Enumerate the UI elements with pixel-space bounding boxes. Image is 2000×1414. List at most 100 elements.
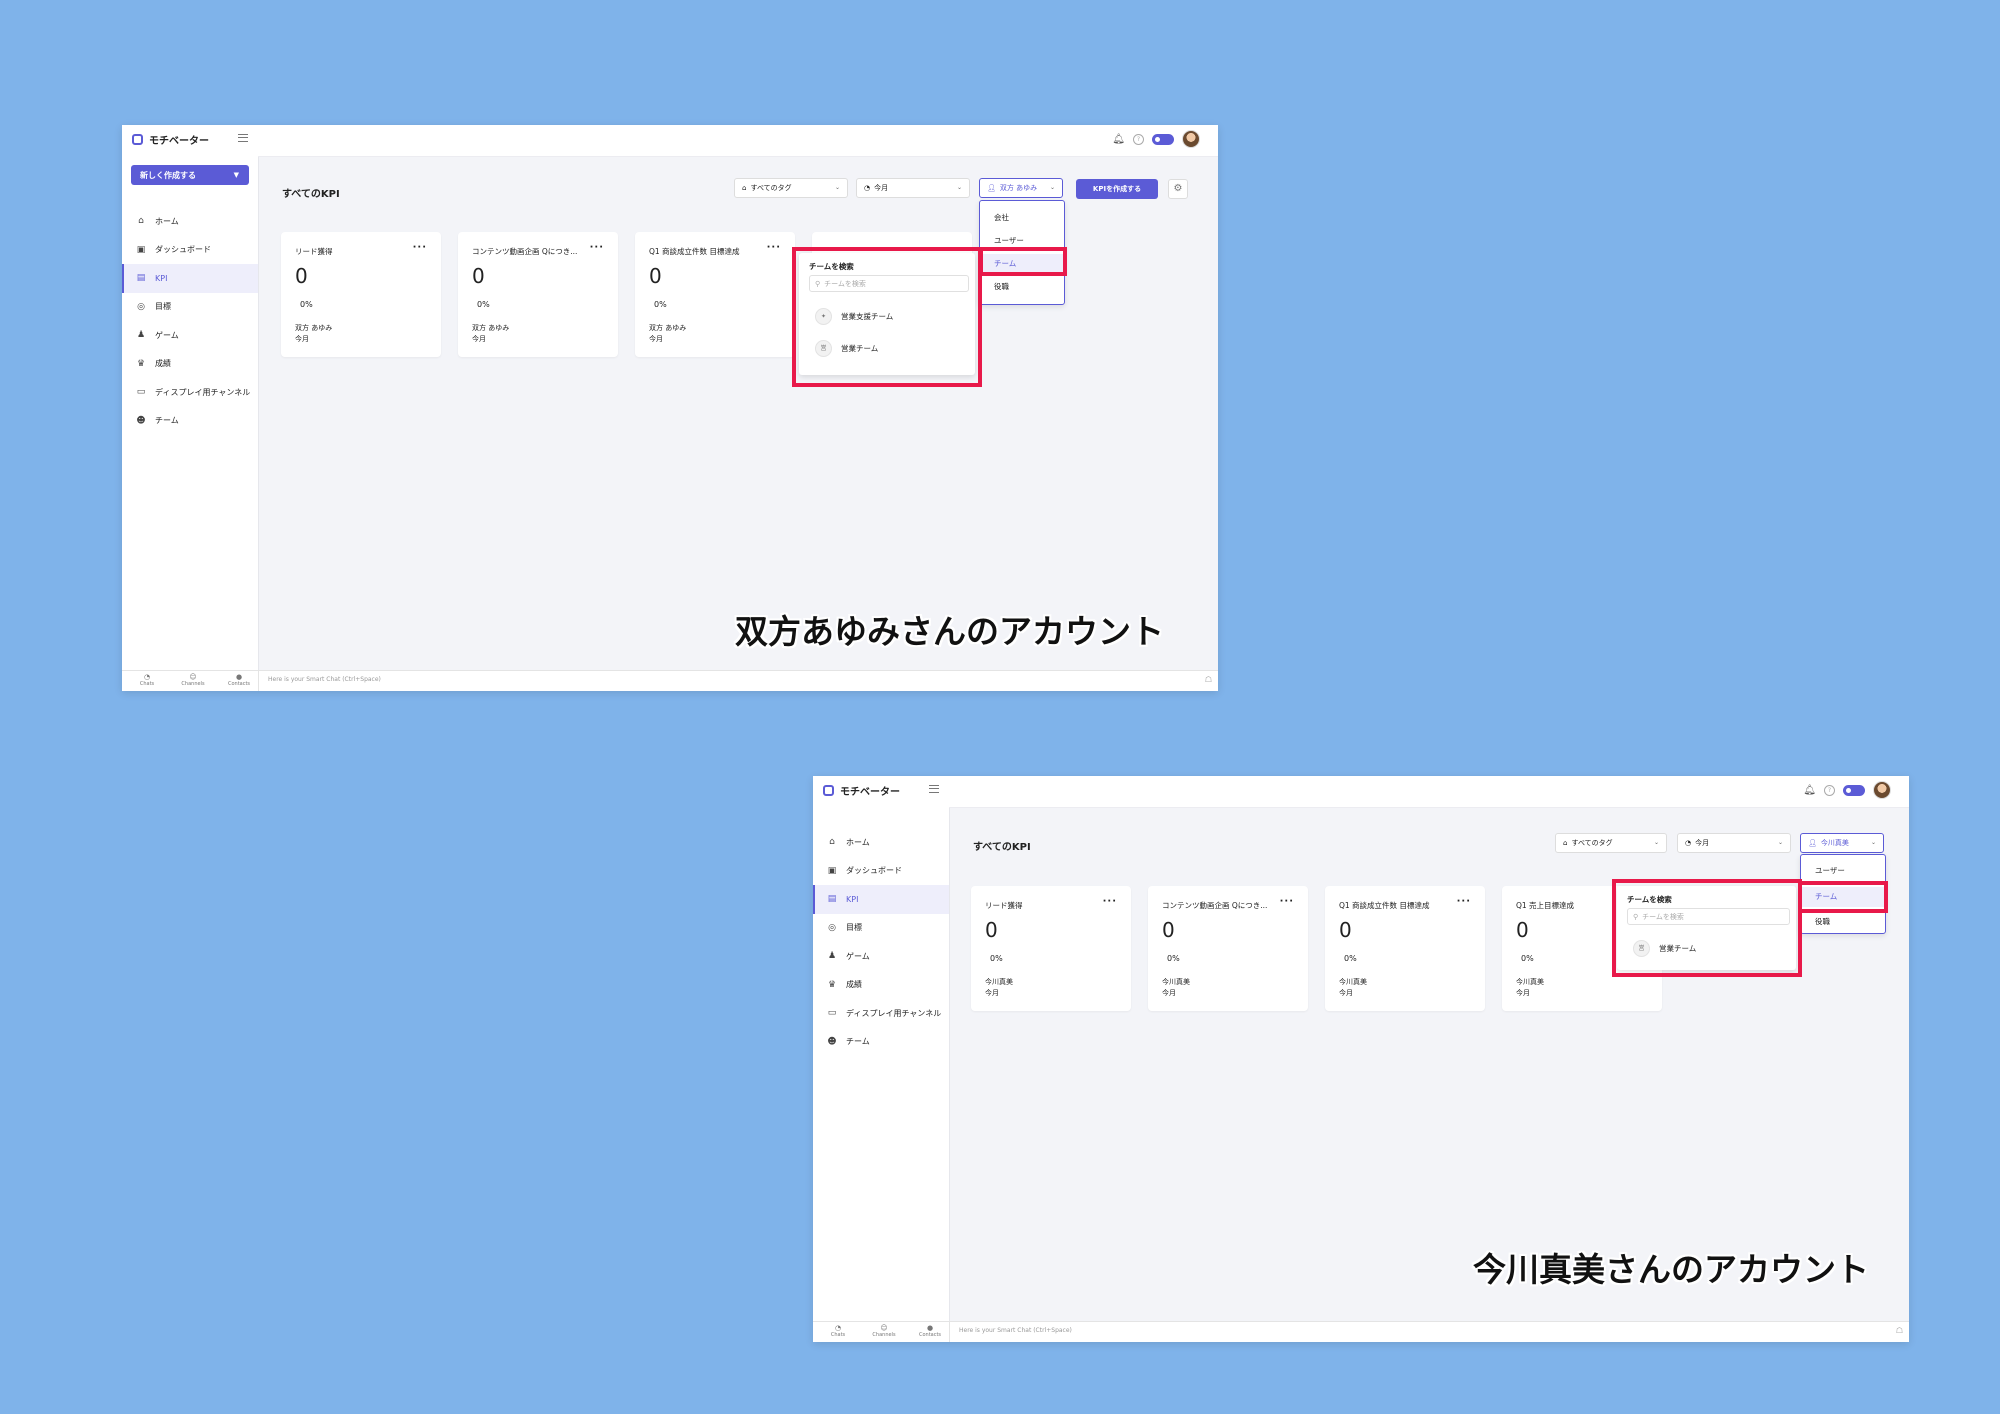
user-filter-value: 今川真美 xyxy=(1820,839,1849,847)
chats-tab[interactable]: ◔ Chats xyxy=(823,1324,853,1338)
contacts-tab[interactable]: ● Contacts xyxy=(915,1324,945,1338)
smart-chat-input[interactable]: Here is your Smart Chat (Ctrl+Space) xyxy=(959,1327,1072,1334)
more-options-icon[interactable]: ··· xyxy=(1457,896,1471,907)
more-options-icon[interactable]: ··· xyxy=(1103,896,1117,907)
tag-filter-select[interactable]: ⌂ すべてのタグ ⌄ xyxy=(734,178,848,198)
menu-item-user[interactable]: ユーザー xyxy=(980,231,1064,251)
sidebar-item-label: ディスプレイ用チャンネル xyxy=(155,387,251,397)
avatar[interactable] xyxy=(1182,130,1200,148)
theme-toggle[interactable] xyxy=(1843,784,1865,796)
sidebar-item-dashboard[interactable]: ▣ ダッシュボード xyxy=(813,857,949,886)
team-option[interactable]: 営営業チーム xyxy=(815,338,878,358)
menu-item-team[interactable]: チーム xyxy=(1801,887,1885,907)
sidebar-item-results[interactable]: ♛ 成績 xyxy=(813,971,949,1000)
brand[interactable]: モチベーター xyxy=(132,132,209,147)
sidebar-item-label: ゲーム xyxy=(846,951,870,961)
kpi-card-period: 今月 xyxy=(985,989,999,997)
sidebar-item-goals[interactable]: ◎ 目標 xyxy=(122,293,258,322)
sidebar-item-team[interactable]: ☻ チーム xyxy=(122,407,258,436)
kpi-card[interactable]: リード獲得 ··· 0 0% 双方 あゆみ 今月 xyxy=(281,232,441,357)
sidebar-item-game[interactable]: ♟ ゲーム xyxy=(813,942,949,971)
contacts-tab[interactable]: ● Contacts xyxy=(224,673,254,687)
team-search-input[interactable]: ⚲ チームを検索 xyxy=(1627,908,1790,925)
kpi-card[interactable]: コンテンツ動画企画 Qにつき... ··· 0 0% 今川真美 今月 xyxy=(1148,886,1308,1011)
theme-toggle[interactable] xyxy=(1152,133,1174,145)
brand[interactable]: モチベーター xyxy=(823,783,900,798)
period-filter-select[interactable]: ◔ 今月 ⌄ xyxy=(1677,833,1791,853)
kpi-card[interactable]: リード獲得 ··· 0 0% 今川真美 今月 xyxy=(971,886,1131,1011)
menu-item-position[interactable]: 役職 xyxy=(980,277,1064,297)
dashboard-icon: ▣ xyxy=(136,244,146,255)
sidebar-item-home[interactable]: ⌂ ホーム xyxy=(813,828,949,857)
team-search-title: チームを検索 xyxy=(1627,895,1672,904)
more-options-icon[interactable]: ··· xyxy=(767,242,781,253)
chevron-down-icon: ⌄ xyxy=(834,184,840,191)
menu-collapse-icon[interactable] xyxy=(238,134,248,142)
tag-icon: ⌂ xyxy=(742,184,747,192)
menu-item-user[interactable]: ユーザー xyxy=(1801,861,1885,881)
help-icon[interactable]: ? xyxy=(1133,133,1144,145)
menu-collapse-icon[interactable] xyxy=(929,785,939,793)
sidebar-item-goals[interactable]: ◎ 目標 xyxy=(813,914,949,943)
kpi-card-value: 0 xyxy=(472,264,485,288)
more-options-icon[interactable]: ··· xyxy=(1280,896,1294,907)
chevron-down-icon: ⌄ xyxy=(1870,839,1876,846)
menu-item-team[interactable]: チーム xyxy=(980,254,1064,274)
team-search-input[interactable]: ⚲ チームを検索 xyxy=(809,275,969,292)
team-avatar: ✦ xyxy=(815,307,832,325)
sidebar-item-kpi[interactable]: ▤ KPI xyxy=(813,885,949,914)
chats-tab[interactable]: ◔ Chats xyxy=(132,673,162,687)
sidebar-item-team[interactable]: ☻ チーム xyxy=(813,1028,949,1057)
sidebar: モチベーター ⌂ ホーム ▣ ダッシュボード ▤ KPI ◎ 目標 ♟ ゲーム ♛ 成績 ▭… xyxy=(813,776,950,1322)
create-kpi-button[interactable]: KPIを作成する xyxy=(1076,179,1158,199)
bot-icon[interactable]: ☖ xyxy=(1896,1326,1903,1335)
period-filter-value: 今月 xyxy=(874,184,889,192)
sidebar-item-home[interactable]: ⌂ ホーム xyxy=(122,207,258,236)
view-menu: ユーザー チーム 役職 xyxy=(1800,854,1886,934)
menu-item-company[interactable]: 会社 xyxy=(980,208,1064,228)
period-filter-select[interactable]: ◔ 今月 ⌄ xyxy=(856,178,970,198)
more-options-icon[interactable]: ··· xyxy=(413,242,427,253)
tag-filter-select[interactable]: ⌂ すべてのタグ ⌄ xyxy=(1555,833,1667,853)
bell-icon[interactable]: 🔔︎ xyxy=(1803,785,1816,796)
user-filter-select[interactable]: 👤︎ 今川真美 ⌄ xyxy=(1800,833,1884,853)
account-caption: 双方あゆみさんのアカウント xyxy=(735,612,1164,651)
bottom-bar: ◔ Chats ☺ Channels ● Contacts Here is your … xyxy=(122,670,1218,691)
contacts-label: Contacts xyxy=(918,1332,942,1338)
sidebar-item-game[interactable]: ♟ ゲーム xyxy=(122,321,258,350)
kpi-card-title: コンテンツ動画企画 Qにつき... xyxy=(1162,901,1268,910)
sidebar-nav: ⌂ ホーム ▣ ダッシュボード ▤ KPI ◎ 目標 ♟ ゲーム ♛ 成績 ▭ ディスプレイ用… xyxy=(813,828,949,1056)
team-option[interactable]: ✦ 営業支援チーム xyxy=(815,306,893,326)
team-name: 営業チーム xyxy=(1659,943,1697,953)
smart-chat-input[interactable]: Here is your Smart Chat (Ctrl+Space) xyxy=(268,676,381,683)
kpi-card-value: 0 xyxy=(295,264,308,288)
sidebar-item-kpi[interactable]: ▤ KPI xyxy=(122,264,258,293)
kpi-icon: ▤ xyxy=(827,894,837,905)
avatar[interactable] xyxy=(1873,781,1891,799)
channels-label: Channels xyxy=(181,681,205,687)
bot-icon[interactable]: ☖ xyxy=(1205,675,1212,684)
team-avatar: 営 xyxy=(815,339,832,357)
kpi-card-period: 今月 xyxy=(1339,989,1353,997)
channels-tab[interactable]: ☺ Channels xyxy=(869,1324,899,1338)
kpi-card[interactable]: コンテンツ動画企画 Qにつき... ··· 0 0% 双方 あゆみ 今月 xyxy=(458,232,618,357)
sidebar-item-results[interactable]: ♛ 成績 xyxy=(122,350,258,379)
kpi-icon: ▤ xyxy=(136,273,146,284)
sidebar-item-display-channel[interactable]: ▭ ディスプレイ用チャンネル xyxy=(122,378,258,407)
sidebar-item-display-channel[interactable]: ▭ ディスプレイ用チャンネル xyxy=(813,999,949,1028)
bottom-bar: ◔ Chats ☺ Channels ● Contacts Here is your … xyxy=(813,1321,1909,1342)
menu-item-position[interactable]: 役職 xyxy=(1801,912,1885,932)
kpi-card[interactable]: Q1 商談成立件数 目標達成 ··· 0 0% 今川真美 今月 xyxy=(1325,886,1485,1011)
user-filter-select[interactable]: 👤︎ 双方 あゆみ ⌄ xyxy=(979,178,1063,198)
more-options-icon[interactable]: ··· xyxy=(590,242,604,253)
chevron-down-icon: ▼ xyxy=(233,171,239,179)
gear-icon[interactable]: ⚙ xyxy=(1168,179,1188,199)
channels-tab[interactable]: ☺ Channels xyxy=(178,673,208,687)
sidebar-item-dashboard[interactable]: ▣ ダッシュボード xyxy=(122,236,258,265)
create-new-button[interactable]: 新しく作成する ▼ xyxy=(131,165,249,185)
team-option[interactable]: 営営業チーム xyxy=(1633,938,1696,958)
kpi-card-owner: 双方 あゆみ xyxy=(649,324,687,332)
bell-icon[interactable]: 🔔︎ xyxy=(1112,134,1125,145)
kpi-card[interactable]: Q1 商談成立件数 目標達成 ··· 0 0% 双方 あゆみ 今月 xyxy=(635,232,795,357)
help-icon[interactable]: ? xyxy=(1824,784,1835,796)
